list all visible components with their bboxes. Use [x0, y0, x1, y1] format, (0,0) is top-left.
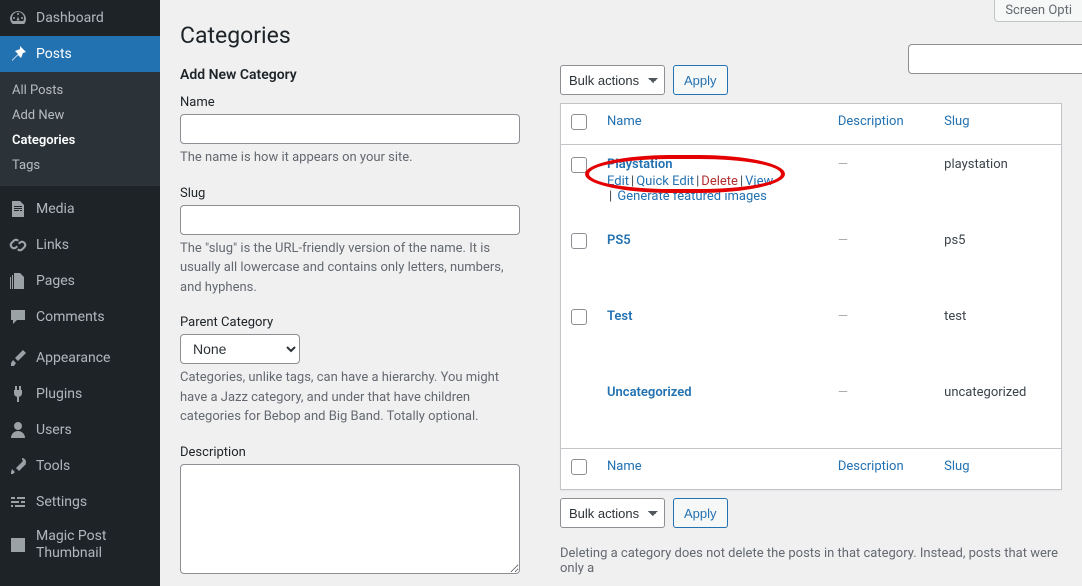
plug-icon — [8, 384, 28, 404]
wrench-icon — [8, 456, 28, 476]
apply-button-top[interactable]: Apply — [673, 65, 728, 95]
sidebar-item-pages[interactable]: Pages — [0, 263, 160, 299]
admin-sidebar: Dashboard Posts All Posts Add New Catego… — [0, 0, 160, 586]
form-heading: Add New Category — [180, 67, 520, 83]
dashboard-icon — [8, 8, 28, 28]
add-category-form: Add New Category Name The name is how it… — [180, 67, 520, 586]
parent-label: Parent Category — [180, 315, 520, 330]
image-icon — [8, 535, 28, 555]
row-checkbox[interactable] — [571, 157, 587, 173]
slug-label: Slug — [180, 186, 520, 201]
row-checkbox[interactable] — [571, 309, 587, 325]
select-all-top[interactable] — [571, 114, 587, 130]
media-icon — [8, 199, 28, 219]
row-description: — — [838, 309, 848, 324]
sidebar-item-posts[interactable]: Posts — [0, 36, 160, 72]
sidebar-item-appearance[interactable]: Appearance — [0, 340, 160, 376]
page-icon — [8, 271, 28, 291]
table-row: Test — test — [561, 297, 1062, 373]
pin-icon — [8, 44, 28, 64]
sidebar-sub-tags[interactable]: Tags — [0, 153, 160, 178]
col-description[interactable]: Description — [828, 449, 934, 490]
link-icon — [8, 235, 28, 255]
sidebar-submenu-posts: All Posts Add New Categories Tags — [0, 72, 160, 186]
tablenav-top: Bulk actions Apply — [560, 65, 1062, 95]
bulk-actions-select-bottom[interactable]: Bulk actions — [560, 498, 665, 528]
parent-desc: Categories, unlike tags, can have a hier… — [180, 368, 520, 427]
row-checkbox[interactable] — [571, 233, 587, 249]
sidebar-label: Links — [36, 237, 69, 253]
sidebar-item-users[interactable]: Users — [0, 412, 160, 448]
sidebar-item-plugins[interactable]: Plugins — [0, 376, 160, 412]
brush-icon — [8, 348, 28, 368]
description-label: Description — [180, 445, 520, 460]
sidebar-sub-add-new[interactable]: Add New — [0, 103, 160, 128]
row-actions: Edit|Quick Edit|Delete|View| Generate fe… — [607, 174, 818, 204]
sidebar-label: Dashboard — [36, 10, 104, 26]
row-slug: uncategorized — [934, 373, 1061, 449]
col-name[interactable]: Name — [597, 104, 828, 145]
sidebar-label: Plugins — [36, 386, 82, 402]
slug-desc: The "slug" is the URL-friendly version o… — [180, 239, 520, 298]
sidebar-item-magic-post-thumbnail[interactable]: Magic Post Thumbnail — [0, 520, 160, 570]
row-description: — — [838, 157, 848, 172]
name-input[interactable] — [180, 114, 520, 144]
screen-options-tab[interactable]: Screen Opti — [994, 0, 1082, 22]
sidebar-label: Posts — [36, 46, 72, 62]
name-label: Name — [180, 95, 520, 110]
row-action-view[interactable]: View — [745, 174, 773, 189]
sidebar-label: Media — [36, 201, 75, 217]
sidebar-item-dashboard[interactable]: Dashboard — [0, 0, 160, 36]
col-name[interactable]: Name — [597, 449, 828, 490]
description-textarea[interactable] — [180, 464, 520, 574]
row-slug: playstation — [934, 145, 1061, 221]
col-description[interactable]: Description — [828, 104, 934, 145]
parent-select[interactable]: None — [180, 334, 300, 364]
row-description: — — [838, 233, 848, 248]
row-action-delete[interactable]: Delete — [701, 174, 738, 189]
bulk-actions-select-top[interactable]: Bulk actions — [560, 65, 665, 95]
col-slug[interactable]: Slug — [934, 104, 1061, 145]
row-title-link[interactable]: Test — [607, 309, 632, 324]
table-row: Uncategorized — uncategorized — [561, 373, 1062, 449]
row-slug: test — [934, 297, 1061, 373]
name-desc: The name is how it appears on your site. — [180, 148, 520, 168]
sliders-icon — [8, 492, 28, 512]
row-title-link[interactable]: Uncategorized — [607, 385, 692, 400]
col-slug[interactable]: Slug — [934, 449, 1061, 490]
slug-input[interactable] — [180, 205, 520, 235]
table-row: Playstation Edit|Quick Edit|Delete|View| … — [561, 145, 1062, 221]
user-icon — [8, 420, 28, 440]
row-title-link[interactable]: Playstation — [607, 157, 672, 172]
sidebar-label: Appearance — [36, 350, 110, 366]
row-title-link[interactable]: PS5 — [607, 233, 631, 248]
sidebar-label: Pages — [36, 273, 75, 289]
table-row: PS5 — ps5 — [561, 221, 1062, 297]
sidebar-label: Users — [36, 422, 72, 438]
sidebar-item-tools[interactable]: Tools — [0, 448, 160, 484]
sidebar-item-links[interactable]: Links — [0, 227, 160, 263]
sidebar-sub-all-posts[interactable]: All Posts — [0, 78, 160, 103]
sidebar-label: Comments — [36, 309, 105, 325]
row-action-quick-edit[interactable]: Quick Edit — [636, 174, 694, 189]
row-slug: ps5 — [934, 221, 1061, 297]
row-action-generate-featured-images[interactable]: Generate featured images — [617, 189, 766, 204]
categories-table-area: Bulk actions Apply Name Description Slug… — [560, 65, 1062, 586]
sidebar-item-media[interactable]: Media — [0, 191, 160, 227]
sidebar-item-settings[interactable]: Settings — [0, 484, 160, 520]
row-action-edit[interactable]: Edit — [607, 174, 629, 189]
sidebar-label: Magic Post Thumbnail — [36, 528, 152, 562]
sidebar-sub-categories[interactable]: Categories — [0, 128, 160, 153]
sidebar-label: Tools — [36, 458, 70, 474]
tablenav-bottom: Bulk actions Apply — [560, 498, 1062, 528]
categories-table: Name Description Slug Playstation Edit|Qu… — [560, 103, 1062, 490]
apply-button-bottom[interactable]: Apply — [673, 498, 728, 528]
sidebar-label: Settings — [36, 494, 87, 510]
select-all-bottom[interactable] — [571, 459, 587, 475]
sidebar-item-comments[interactable]: Comments — [0, 299, 160, 335]
main-content: Screen Opti Categories Add New Category … — [160, 0, 1082, 586]
row-description: — — [838, 385, 848, 400]
bottom-note: Deleting a category does not delete the … — [560, 546, 1062, 576]
comment-icon — [8, 307, 28, 327]
